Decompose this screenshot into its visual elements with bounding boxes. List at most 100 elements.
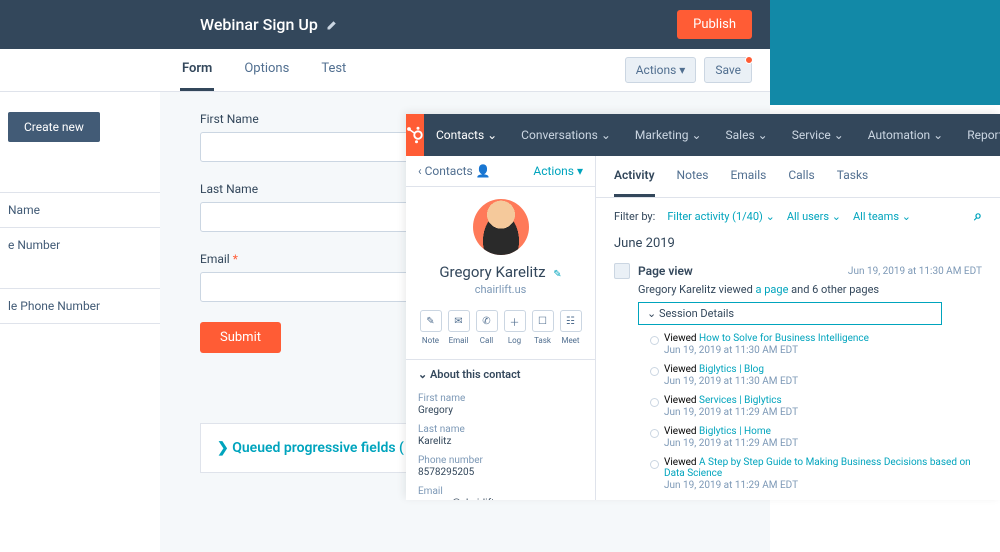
nav-contacts[interactable]: Contacts ⌄ — [424, 128, 509, 142]
history-item: Viewed Biglytics | BlogJun 19, 2019 at 1… — [650, 362, 982, 393]
history-page-link[interactable]: Biglytics | Blog — [699, 364, 764, 375]
action-email[interactable]: ✉Email — [448, 310, 470, 345]
activity-event: Page view Jun 19, 2019 at 11:30 AM EDT G… — [596, 259, 1000, 500]
history-page-link[interactable]: How to Solve for Business Intelligence — [699, 333, 869, 344]
about-value: Karelitz — [418, 436, 583, 447]
publish-button[interactable]: Publish — [677, 10, 752, 39]
about-label: Phone number — [418, 455, 583, 466]
action-meet[interactable]: ☷ Meet — [560, 310, 582, 345]
viewed-label: Viewed — [664, 364, 699, 375]
tab-notes[interactable]: Notes — [677, 156, 709, 197]
crm-window: Contacts ⌄ Conversations ⌄ Marketing ⌄ S… — [406, 114, 1000, 500]
page-view-icon — [614, 263, 630, 279]
contact-actions-dropdown[interactable]: Actions ▾ — [533, 164, 583, 178]
viewed-label: Viewed — [664, 426, 699, 437]
history-item: Viewed Biglytics | HomeJun 19, 2019 at 1… — [650, 424, 982, 455]
history-time: Jun 19, 2019 at 11:29 AM EDT — [664, 407, 982, 418]
about-label: First name — [418, 393, 583, 404]
palette-field[interactable]: le Phone Number — [0, 288, 160, 324]
form-builder-topbar: Webinar Sign Up Publish — [0, 0, 770, 49]
icon-label: Meet — [561, 336, 579, 345]
actions-dropdown-button[interactable]: Actions ▾ — [625, 57, 697, 83]
crm-topnav: Contacts ⌄ Conversations ⌄ Marketing ⌄ S… — [406, 114, 1000, 156]
nav-marketing[interactable]: Marketing ⌄ — [623, 128, 714, 142]
save-button[interactable]: Save — [704, 57, 752, 83]
activity-panel: Activity Notes Emails Calls Tasks Filter… — [596, 156, 1000, 500]
history-page-link[interactable]: Services | Biglytics — [699, 395, 782, 406]
email-icon: ✉ — [448, 310, 470, 332]
field-palette: Create new Name e Number le Phone Number — [0, 92, 160, 552]
about-field: First nameGregory — [406, 389, 595, 420]
form-builder-tabs: Form Options Test Actions ▾ Save — [0, 49, 770, 92]
tab-activity[interactable]: Activity — [614, 156, 655, 197]
icon-label: Note — [422, 336, 439, 345]
about-field: Last nameKarelitz — [406, 420, 595, 451]
session-details-toggle[interactable]: ⌄ Session Details — [638, 302, 942, 325]
history-time: Jun 19, 2019 at 11:29 AM EDT — [664, 480, 982, 491]
contact-sidebar: ‹ Contacts 👤 Actions ▾ Gregory Karelitz … — [406, 156, 596, 500]
about-label: Last name — [418, 424, 583, 435]
contact-name: Gregory Karelitz ✎ — [406, 263, 595, 281]
history-time: Jun 19, 2019 at 11:30 AM EDT — [664, 376, 982, 387]
search-icon[interactable]: ⌕ — [974, 208, 982, 224]
contact-company: chairlift.us — [406, 283, 595, 296]
back-to-contacts[interactable]: ‹ Contacts 👤 — [418, 164, 491, 178]
edit-icon[interactable] — [326, 19, 338, 31]
about-value: 8578295205 — [418, 467, 583, 478]
history-item: Viewed How to Solve for Business Intelli… — [650, 331, 982, 362]
avatar[interactable] — [473, 199, 529, 255]
action-call[interactable]: ✆ Call — [476, 310, 498, 345]
filter-users-dropdown[interactable]: All users ⌄ — [787, 210, 841, 223]
notification-dot-icon — [745, 56, 753, 64]
page-link[interactable]: a page — [756, 283, 789, 296]
history-item: Viewed Services | BiglyticsJun 19, 2019 … — [650, 393, 982, 424]
history-item: Viewed A Step by Step Guide to Making Bu… — [650, 455, 982, 497]
tab-calls[interactable]: Calls — [788, 156, 814, 197]
filter-bar: Filter by: Filter activity (1/40) ⌄ All … — [596, 198, 1000, 234]
nav-automation[interactable]: Automation ⌄ — [856, 128, 955, 142]
form-title: Webinar Sign Up — [200, 15, 338, 34]
tab-test[interactable]: Test — [319, 49, 348, 91]
tab-emails[interactable]: Emails — [730, 156, 766, 197]
filter-activity-dropdown[interactable]: Filter activity (1/40) ⌄ — [667, 210, 775, 223]
palette-field[interactable]: e Number — [0, 227, 160, 262]
nav-reports[interactable]: Reports ⌄ — [955, 128, 1000, 142]
tab-tasks[interactable]: Tasks — [837, 156, 869, 197]
hubspot-logo-icon[interactable] — [406, 114, 424, 156]
tab-options[interactable]: Options — [242, 49, 291, 91]
nav-service[interactable]: Service ⌄ — [780, 128, 856, 142]
edit-name-icon[interactable]: ✎ — [553, 269, 561, 280]
submit-button[interactable]: Submit — [200, 322, 281, 353]
history-time: Jun 19, 2019 at 11:29 AM EDT — [664, 438, 982, 449]
about-field: Emailgregory@chairlift.us — [406, 482, 595, 500]
icon-label: Call — [480, 336, 493, 345]
event-time: Jun 19, 2019 at 11:30 AM EDT — [848, 266, 982, 277]
about-value: Gregory — [418, 405, 583, 416]
task-icon: ☐ — [532, 310, 554, 332]
icon-label: Task — [534, 336, 551, 345]
history-page-link[interactable]: A Step by Step Guide to Making Business … — [664, 457, 971, 479]
about-contact-toggle[interactable]: ⌄ About this contact — [406, 359, 595, 389]
about-label: Email — [418, 486, 583, 497]
history-page-link[interactable]: Biglytics | Home — [699, 426, 771, 437]
filter-teams-dropdown[interactable]: All teams ⌄ — [853, 210, 911, 223]
viewed-label: Viewed — [664, 395, 699, 406]
call-icon: ✆ — [476, 310, 498, 332]
viewed-label: Viewed — [664, 457, 699, 468]
action-note[interactable]: ✎Note — [420, 310, 442, 345]
icon-label: Log — [508, 336, 521, 345]
action-log[interactable]: ＋ Log — [504, 310, 526, 345]
log-icon: ＋ — [504, 310, 526, 332]
tab-form[interactable]: Form — [180, 49, 214, 91]
meet-icon: ☷ — [560, 310, 582, 332]
palette-field[interactable]: Name — [0, 192, 160, 227]
filter-label: Filter by: — [614, 210, 655, 223]
history-time: Jun 19, 2019 at 11:30 AM EDT — [664, 345, 982, 356]
nav-conversations[interactable]: Conversations ⌄ — [509, 128, 623, 142]
nav-sales[interactable]: Sales ⌄ — [714, 128, 780, 142]
about-field: Phone number8578295205 — [406, 451, 595, 482]
person-icon: 👤 — [476, 164, 491, 178]
action-task[interactable]: ☐ Task — [532, 310, 554, 345]
viewed-label: Viewed — [664, 333, 699, 344]
create-new-button[interactable]: Create new — [8, 112, 100, 142]
